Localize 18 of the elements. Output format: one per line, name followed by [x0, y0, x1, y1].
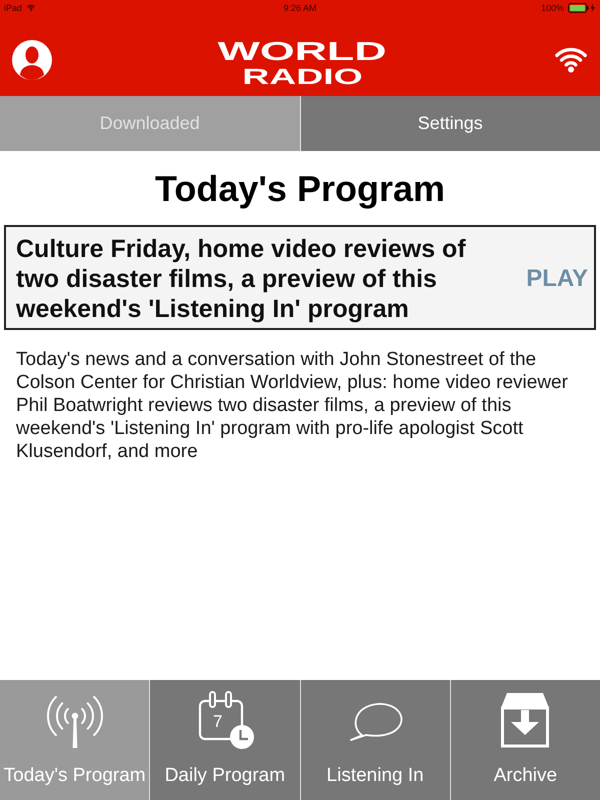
clock-time: 9:26 AM	[283, 3, 317, 13]
wifi-icon[interactable]	[552, 46, 590, 74]
program-description: Today's news and a conversation with John Stonestreet of the Colson Center for Christian Worldview, plus: home video reviewer Phil Boatwright reviews two disaster films, a preview of this weekend's 'Listening In' program with pro-life apologist Scott Klusendorf, and more	[16, 348, 569, 463]
battery-icon	[568, 3, 596, 13]
tab-bar-item[interactable]: Today's Program	[0, 680, 150, 800]
play-button[interactable]: PLAY	[526, 265, 588, 293]
user-avatar-icon[interactable]	[12, 40, 52, 80]
device-name: iPad	[4, 3, 22, 13]
battery-percent: 100%	[540, 3, 564, 13]
tab-bar-item[interactable]: Listening In	[300, 680, 450, 800]
tab-bar-item[interactable]: Archive	[450, 680, 600, 800]
logo-title: WORLD	[218, 38, 386, 64]
segment-tab[interactable]: Settings	[300, 96, 600, 151]
logo-subtitle: RADIO	[242, 66, 362, 88]
program-title: Culture Friday, home video reviews of two disaster films, a preview of this weekend's 'Listening In' program	[16, 234, 467, 324]
wifi-icon	[26, 4, 36, 12]
page-title: Today's Program	[154, 169, 446, 209]
tab-bar-item[interactable]: 7 Daily Program	[149, 680, 300, 800]
